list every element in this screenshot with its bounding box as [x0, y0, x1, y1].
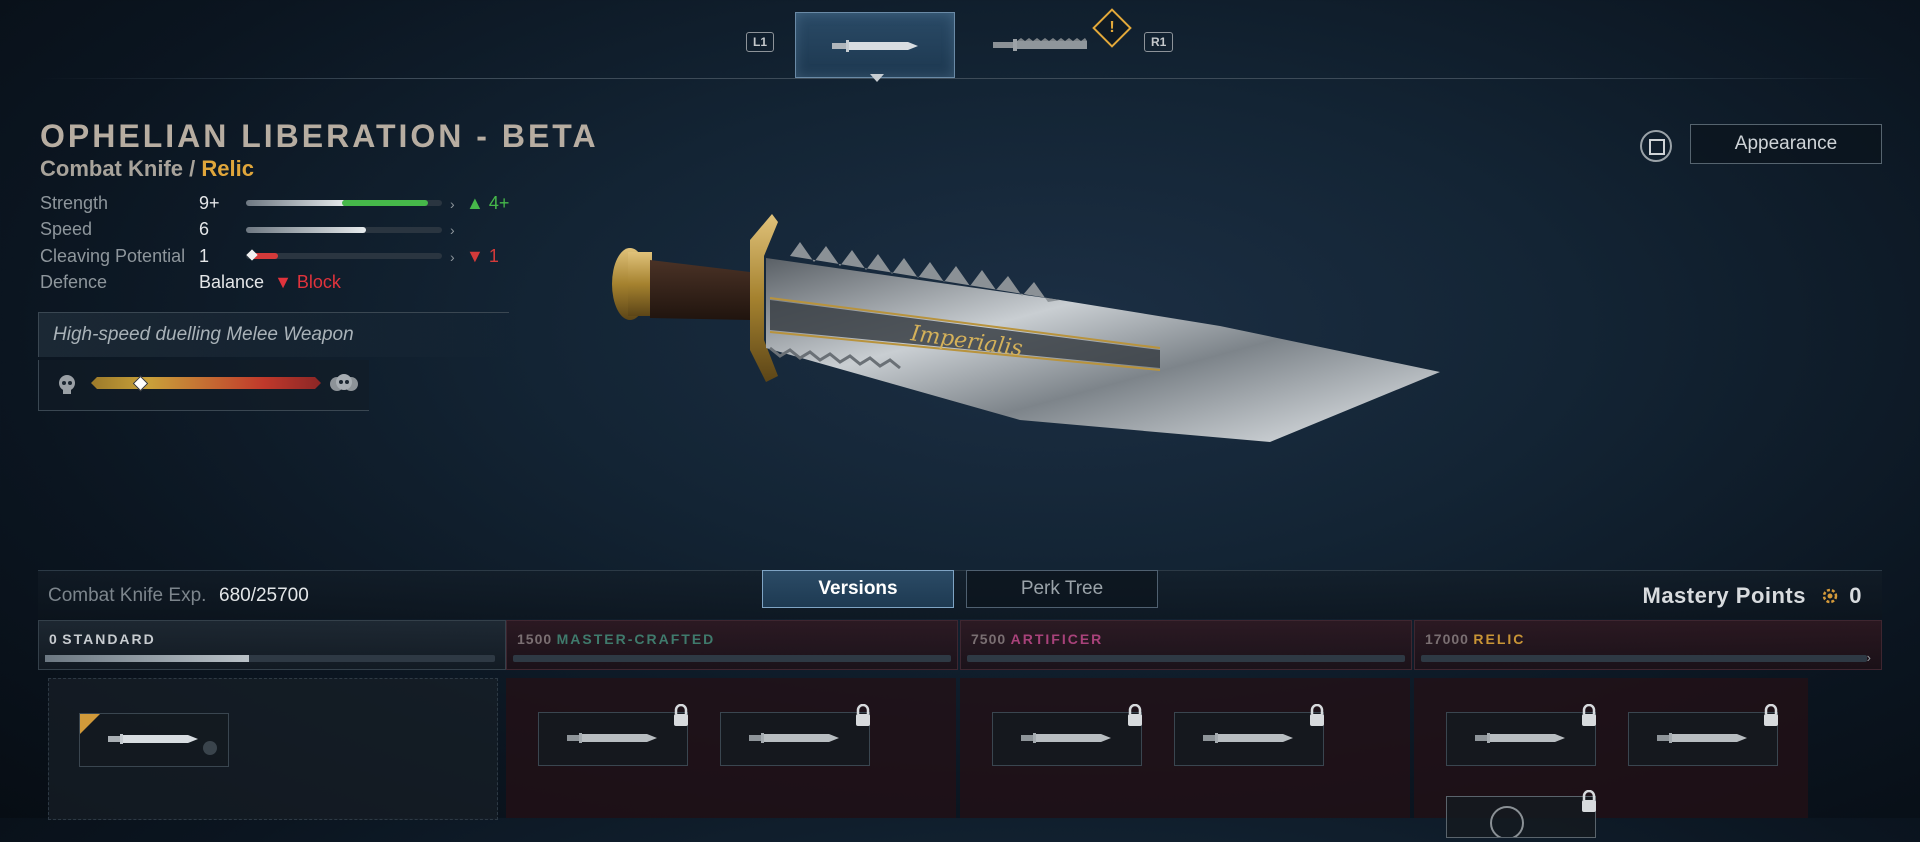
tier-relic-threshold: 17000	[1425, 631, 1469, 647]
stat-defence-block: ▼ Block	[274, 272, 341, 292]
stat-bar-cleaving	[246, 249, 442, 261]
chainsword-icon	[993, 38, 1087, 51]
tier-master-crafted-threshold: 1500	[517, 631, 553, 647]
tier-relic-name: RELIC	[1473, 631, 1526, 647]
chevron-right-icon: ›	[450, 222, 455, 238]
tier-master-crafted-progress	[513, 655, 951, 662]
stat-label-cleaving: Cleaving Potential	[40, 246, 186, 266]
stat-label-speed: Speed	[40, 219, 93, 239]
lock-icon	[674, 704, 688, 726]
combat-knife-icon	[832, 40, 918, 52]
stat-bar-strength	[246, 200, 442, 206]
tier-standard[interactable]: 0 STANDARD	[38, 620, 506, 670]
weapon-title: OPHELIAN LIBERATION - BETA	[40, 118, 599, 154]
lock-icon	[1310, 704, 1324, 726]
tier-artificer-threshold: 7500	[971, 631, 1007, 647]
stat-label-strength: Strength	[40, 193, 109, 213]
tier-artificer[interactable]: 7500 ARTIFICER	[960, 620, 1412, 670]
version-thumb[interactable]	[720, 712, 870, 766]
stat-value-cleaving: 1	[199, 246, 210, 266]
versions-artificer-panel	[960, 678, 1410, 818]
square-button-icon[interactable]	[1640, 130, 1672, 162]
tier-standard-name: STANDARD	[62, 631, 156, 647]
versions-relic-panel	[1414, 678, 1808, 840]
subtitle-separator: /	[183, 156, 202, 181]
version-thumb[interactable]	[992, 712, 1142, 766]
active-slot-caret-icon	[870, 74, 884, 82]
weapon-description-box: High-speed duelling Melee Weapon	[38, 312, 509, 357]
chevron-right-icon: ›	[1866, 650, 1871, 665]
version-thumb[interactable]	[1628, 712, 1778, 766]
experience-row: Combat Knife Exp. 680/25700 Versions Per…	[38, 570, 1882, 619]
lock-icon	[1582, 704, 1596, 726]
tier-artificer-name: ARTIFICER	[1010, 631, 1104, 647]
combat-knife-render: Imperialis	[612, 214, 1440, 442]
version-thumb[interactable]	[1446, 796, 1596, 840]
skull-icon	[59, 375, 75, 394]
tier-master-crafted-name: MASTER-CRAFTED	[556, 631, 716, 647]
tab-perk-tree[interactable]: Perk Tree	[966, 570, 1158, 608]
combat-knife-icon	[1203, 733, 1293, 743]
tier-artificer-progress	[967, 655, 1405, 662]
combat-knife-icon	[567, 733, 657, 743]
weapon-slot-combat-knife[interactable]	[795, 12, 955, 78]
tier-standard-progress	[45, 655, 495, 662]
combat-knife-icon	[749, 733, 839, 743]
appearance-button[interactable]: Appearance	[1690, 124, 1882, 164]
stat-value-speed: 6	[199, 219, 210, 239]
version-thumb[interactable]	[538, 712, 688, 766]
experience-value: 680/25700	[219, 585, 309, 606]
mastery-gear-icon	[1822, 588, 1837, 604]
tier-relic-progress	[1421, 655, 1867, 662]
warning-icon: !	[1092, 8, 1132, 48]
weapon-description: High-speed duelling Melee Weapon	[53, 324, 354, 345]
versions-master-crafted-panel	[506, 678, 956, 818]
l1-button-hint[interactable]: L1	[746, 32, 775, 52]
weapon-type: Combat Knife	[40, 156, 183, 181]
chevron-right-icon: ›	[450, 196, 455, 212]
relic-emblem-icon	[1490, 806, 1524, 840]
tier-standard-threshold: 0	[49, 631, 58, 647]
stat-label-defence: Defence	[40, 272, 108, 292]
tier-master-crafted[interactable]: 1500 MASTER-CRAFTED	[506, 620, 958, 670]
lock-icon	[1128, 704, 1142, 726]
version-thumb[interactable]	[79, 713, 229, 767]
version-thumb[interactable]	[1174, 712, 1324, 766]
tab-versions[interactable]: Versions	[762, 570, 954, 608]
stat-bar-speed	[246, 227, 442, 233]
mastery-value: 0	[1849, 583, 1862, 608]
weapon-slot-chainsword[interactable]	[985, 12, 1095, 76]
weapon-switcher: L1 ! R1	[0, 0, 1920, 82]
versions-standard-panel	[48, 678, 498, 820]
skulls-icon	[330, 374, 358, 391]
stat-delta-strength: ▲ 4+	[466, 193, 510, 213]
combat-knife-icon	[1657, 733, 1747, 743]
version-thumb[interactable]	[1446, 712, 1596, 766]
lock-icon	[1582, 790, 1596, 812]
r1-button-hint[interactable]: R1	[1144, 32, 1174, 52]
chevron-right-icon: ›	[450, 249, 455, 265]
stat-value-strength: 9+	[199, 193, 220, 213]
stat-value-defence: Balance ▼ Block	[199, 272, 341, 292]
difficulty-meter	[38, 360, 369, 411]
equipped-corner-icon	[80, 714, 100, 734]
lock-icon	[1764, 704, 1778, 726]
lock-icon	[856, 704, 870, 726]
tier-relic[interactable]: 17000 RELIC ›	[1414, 620, 1882, 670]
mastery-points: Mastery Points 0	[1643, 583, 1863, 609]
combat-knife-icon	[1475, 733, 1565, 743]
weapon-subtitle: Combat Knife / Relic	[40, 156, 254, 182]
experience-label: Combat Knife Exp.	[48, 585, 207, 606]
combat-knife-icon	[108, 734, 217, 755]
weapon-rarity: Relic	[201, 156, 254, 181]
combat-knife-icon	[1021, 733, 1111, 743]
top-divider	[40, 78, 1880, 79]
mastery-label: Mastery Points	[1642, 583, 1806, 608]
stat-delta-cleaving: ▼ 1	[466, 246, 499, 266]
difficulty-bar	[91, 377, 321, 389]
